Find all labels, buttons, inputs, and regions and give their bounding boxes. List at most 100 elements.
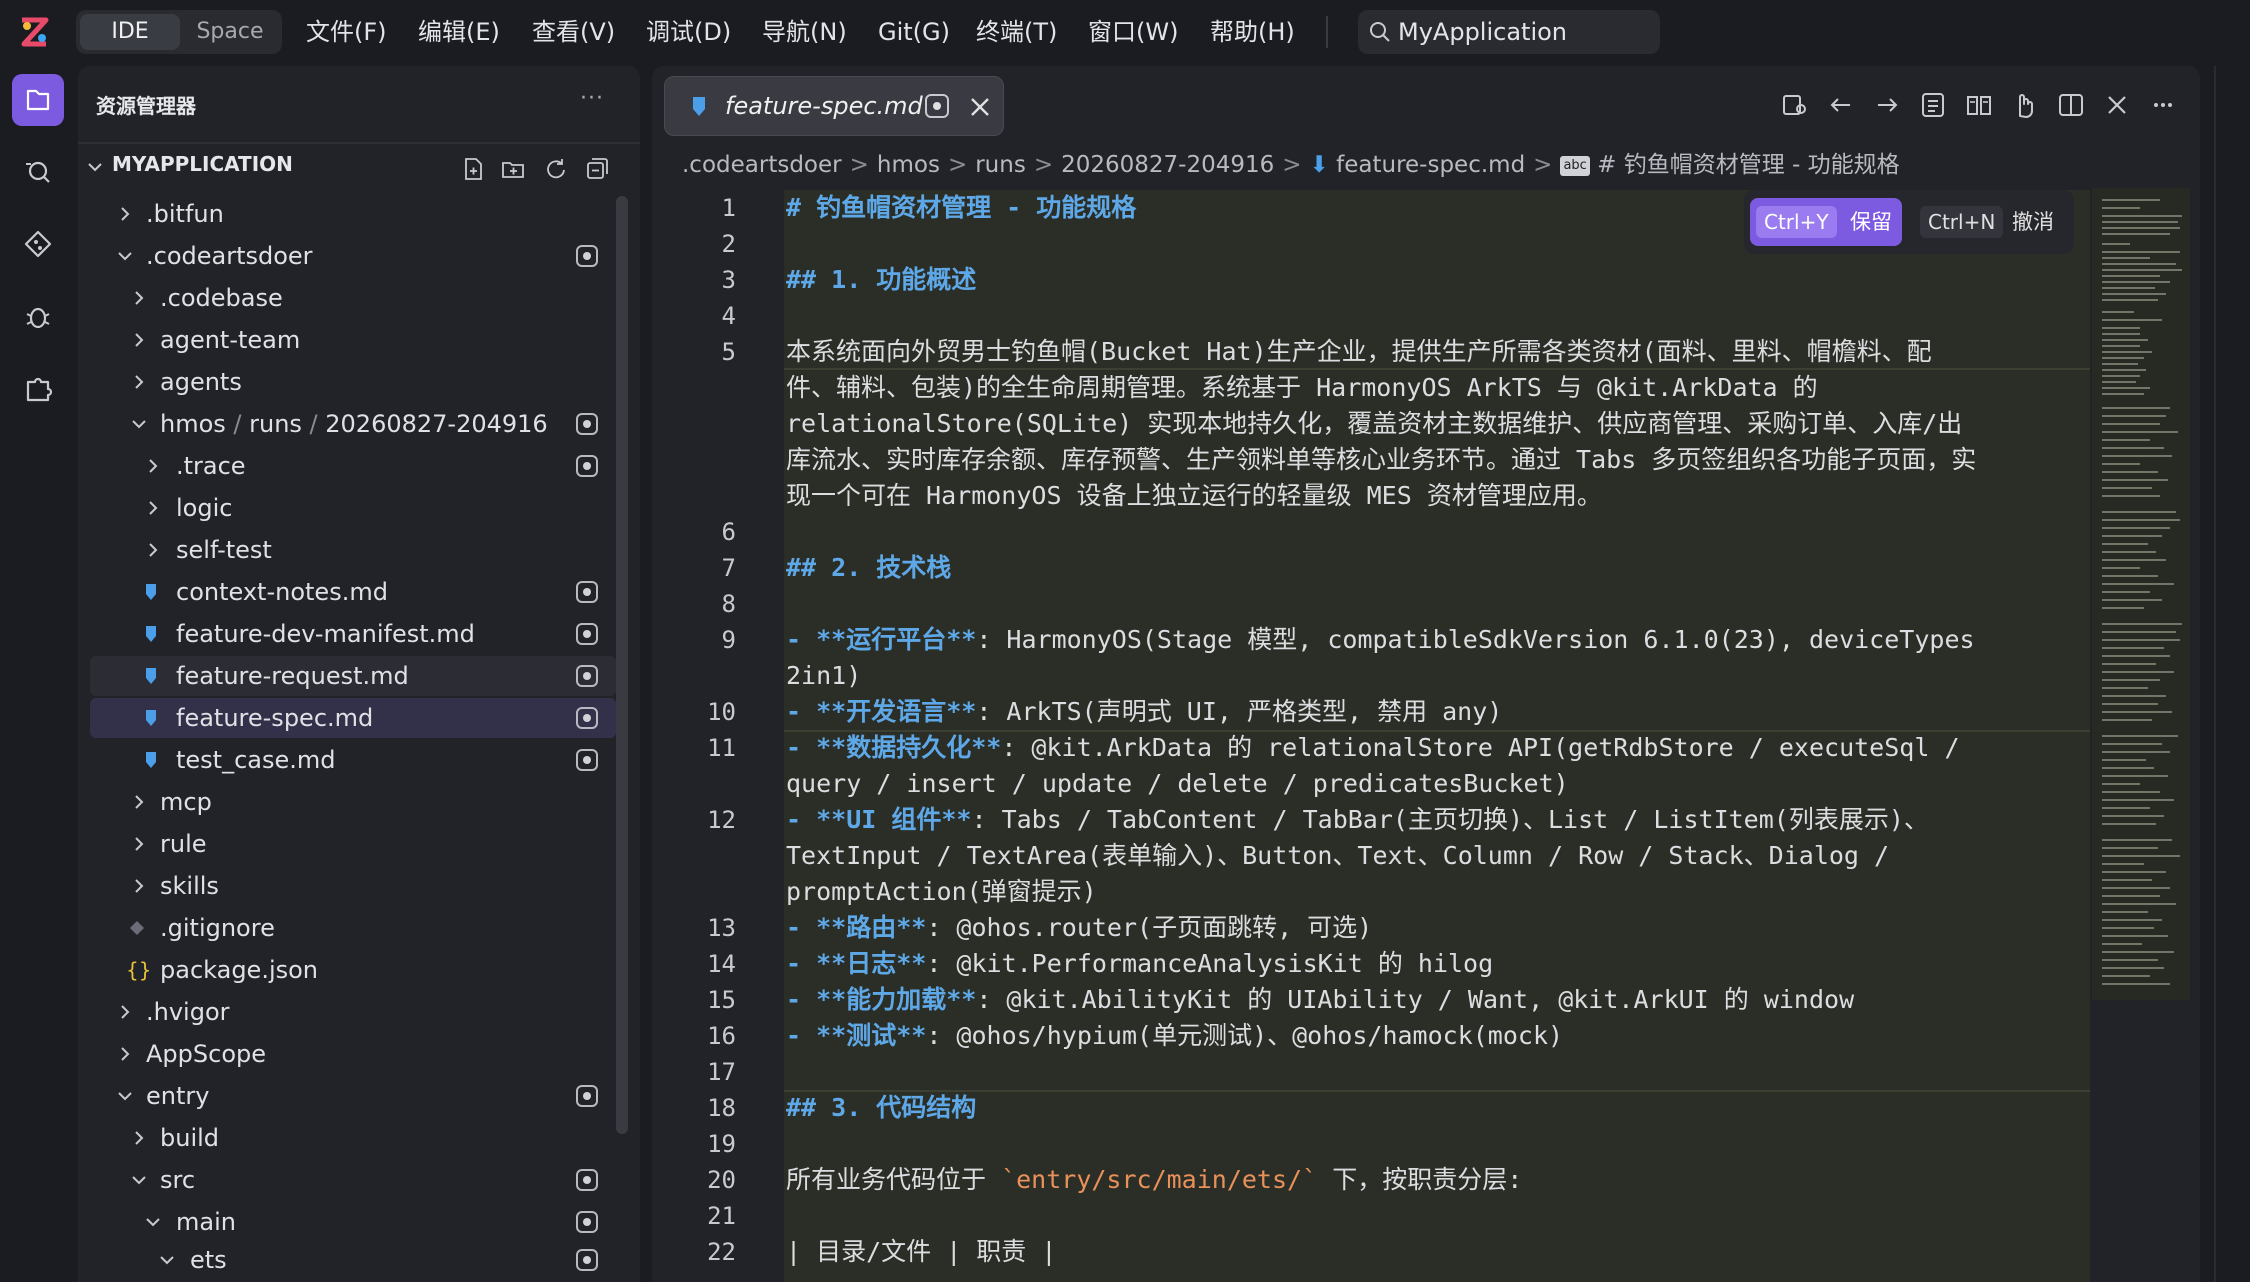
project-root-title[interactable]: MYAPPLICATION: [112, 152, 293, 176]
tree-item-skills[interactable]: skills: [90, 866, 616, 906]
tree-item-bitfun[interactable]: .bitfun: [90, 194, 616, 234]
breadcrumb-item[interactable]: # 钓鱼帽资材管理 - 功能规格: [1597, 152, 1900, 178]
code-line-wrap[interactable]: 2in1): [786, 658, 861, 694]
breadcrumb-item[interactable]: 20260827-204916: [1061, 152, 1274, 178]
code-line[interactable]: # 钓鱼帽资材管理 - 功能规格: [786, 190, 1136, 226]
menu-window[interactable]: 窗口(W): [1088, 14, 1178, 50]
book-icon[interactable]: [1964, 90, 1994, 120]
code-line[interactable]: - **路由**: @ohos.router(子页面跳转, 可选): [786, 910, 1372, 946]
activity-extensions-button[interactable]: [12, 362, 64, 414]
undo-changes-button[interactable]: 撤消: [2012, 198, 2054, 246]
tree-item-agents[interactable]: agents: [90, 362, 616, 402]
code-line-wrap[interactable]: 件、辅料、包装)的全生命周期管理。系统基于 HarmonyOS ArkTS 与 …: [786, 370, 1818, 406]
tree-item-entry[interactable]: entry: [90, 1076, 616, 1116]
keep-changes-button[interactable]: Ctrl+Y 保留: [1750, 198, 1902, 246]
explorer-scrollbar[interactable]: [616, 196, 628, 1134]
tree-item-gitignore[interactable]: .gitignore: [90, 908, 616, 948]
code-line-wrap[interactable]: 现一个可在 HarmonyOS 设备上独立运行的轻量级 MES 资材管理应用。: [786, 478, 1602, 514]
tree-item-src[interactable]: src: [90, 1160, 616, 1200]
code-line[interactable]: | 目录/文件 | 职责 |: [786, 1234, 1056, 1270]
activity-search-button[interactable]: [12, 146, 64, 198]
menu-navigate[interactable]: 导航(N): [762, 14, 847, 50]
code-line[interactable]: - **测试**: @ohos/hypium(单元测试)、@ohos/hamoc…: [786, 1018, 1563, 1054]
activity-explorer-button[interactable]: [12, 74, 64, 126]
code-line[interactable]: 本系统面向外贸男士钓鱼帽(Bucket Hat)生产企业，提供生产所需各类资材(…: [786, 334, 1932, 370]
menu-help[interactable]: 帮助(H): [1210, 14, 1295, 50]
global-search-box[interactable]: MyApplication: [1358, 10, 1660, 54]
tree-item-appscope[interactable]: AppScope: [90, 1034, 616, 1074]
code-line[interactable]: - **日志**: @kit.PerformanceAnalysisKit 的 …: [786, 946, 1493, 982]
forward-arrow-icon[interactable]: [1872, 90, 1902, 120]
tree-item-ets[interactable]: ets: [90, 1240, 616, 1280]
tree-item-self-test[interactable]: self-test: [90, 530, 616, 570]
close-tab-icon[interactable]: [965, 89, 995, 123]
menu-file[interactable]: 文件(F): [306, 14, 387, 50]
line-number: 10: [707, 698, 736, 726]
back-arrow-icon[interactable]: [1826, 90, 1856, 120]
collapse-all-icon[interactable]: [584, 156, 610, 182]
new-folder-icon[interactable]: [500, 156, 526, 182]
code-line[interactable]: ## 2. 技术栈: [786, 550, 951, 586]
breadcrumb-item[interactable]: runs: [975, 152, 1026, 178]
code-line-wrap[interactable]: 库流水、实时库存余额、库存预警、生产领料单等核心业务环节。通过 Tabs 多页签…: [786, 442, 1976, 478]
tree-item-feature-dev-manifest[interactable]: feature-dev-manifest.md: [90, 614, 616, 654]
tree-item-hmos-runs[interactable]: hmos / runs / 20260827-204916: [90, 404, 616, 444]
code-line-wrap[interactable]: query / insert / update / delete / predi…: [786, 766, 1569, 802]
right-side-rail: [2214, 66, 2250, 1282]
mode-space-button[interactable]: Space: [182, 14, 278, 50]
code-line[interactable]: - **开发语言**: ArkTS(声明式 UI, 严格类型, 禁用 any): [786, 694, 1502, 730]
code-line[interactable]: ## 1. 功能概述: [786, 262, 976, 298]
tree-item-logic[interactable]: logic: [90, 488, 616, 528]
explorer-more-button[interactable]: ···: [580, 86, 604, 111]
tree-item-rule[interactable]: rule: [90, 824, 616, 864]
close-editor-icon[interactable]: [2102, 90, 2132, 120]
menu-terminal[interactable]: 终端(T): [976, 14, 1057, 50]
split-editor-icon[interactable]: [2056, 90, 2086, 120]
tree-item-feature-spec[interactable]: feature-spec.md: [90, 698, 616, 738]
menu-git[interactable]: Git(G): [878, 14, 950, 50]
markdown-file-icon: [146, 584, 156, 600]
tree-item-mcp[interactable]: mcp: [90, 782, 616, 822]
menu-edit[interactable]: 编辑(E): [418, 14, 500, 50]
tree-item-hvigor[interactable]: .hvigor: [90, 992, 616, 1032]
code-line[interactable]: - **运行平台**: HarmonyOS(Stage 模型, compatib…: [786, 622, 1975, 658]
chevron-down-icon[interactable]: [86, 158, 104, 176]
tree-item-agent-team[interactable]: agent-team: [90, 320, 616, 360]
tree-item-feature-request[interactable]: feature-request.md: [90, 656, 616, 696]
hand-icon[interactable]: [2010, 90, 2040, 120]
code-line[interactable]: - **UI 组件**: Tabs / TabContent / TabBar(…: [786, 802, 1929, 838]
markdown-file-icon: [146, 626, 156, 642]
tree-item-build[interactable]: build: [90, 1118, 616, 1158]
editor-tab-feature-spec[interactable]: feature-spec.md: [664, 76, 1004, 136]
more-actions-icon[interactable]: [2148, 90, 2178, 120]
preview-icon[interactable]: [1780, 90, 1810, 120]
tree-item-package-json[interactable]: {} package.json: [90, 950, 616, 990]
new-file-icon[interactable]: [460, 156, 486, 182]
tree-item-context-notes[interactable]: context-notes.md: [90, 572, 616, 612]
tree-item-codeartsdoer[interactable]: .codeartsdoer: [90, 236, 616, 276]
breadcrumb-item[interactable]: hmos: [877, 152, 940, 178]
tree-item-trace[interactable]: .trace: [90, 446, 616, 486]
code-line[interactable]: - **数据持久化**: @kit.ArkData 的 relationalSt…: [786, 730, 1960, 766]
tree-item-main[interactable]: main: [90, 1202, 616, 1242]
breadcrumb-item[interactable]: .codeartsdoer: [682, 152, 842, 178]
menu-debug[interactable]: 调试(D): [646, 14, 731, 50]
outline-icon[interactable]: [1918, 90, 1948, 120]
activity-debug-button[interactable]: [12, 290, 64, 342]
tree-item-codebase[interactable]: .codebase: [90, 278, 616, 318]
code-line[interactable]: 所有业务代码位于 `entry/src/main/ets/` 下，按职责分层:: [786, 1162, 1522, 1198]
undo-shortcut[interactable]: Ctrl+N: [1920, 206, 2004, 238]
code-line[interactable]: ## 3. 代码结构: [786, 1090, 976, 1126]
code-line-wrap[interactable]: TextInput / TextArea(表单输入)、Button、Text、C…: [786, 838, 1889, 874]
modified-badge: [576, 581, 598, 603]
refresh-icon[interactable]: [542, 156, 568, 182]
code-line[interactable]: - **能力加载**: @kit.AbilityKit 的 UIAbility …: [786, 982, 1854, 1018]
menu-view[interactable]: 查看(V): [532, 14, 615, 50]
menubar-divider: [1326, 16, 1328, 48]
code-line-wrap[interactable]: promptAction(弹窗提示): [786, 874, 1097, 910]
code-line-wrap[interactable]: relationalStore(SQLite) 实现本地持久化，覆盖资材主数据维…: [786, 406, 1962, 442]
mode-ide-button[interactable]: IDE: [80, 14, 180, 50]
tree-item-test-case[interactable]: test_case.md: [90, 740, 616, 780]
activity-git-button[interactable]: [12, 218, 64, 270]
breadcrumb-item[interactable]: feature-spec.md: [1336, 152, 1525, 178]
